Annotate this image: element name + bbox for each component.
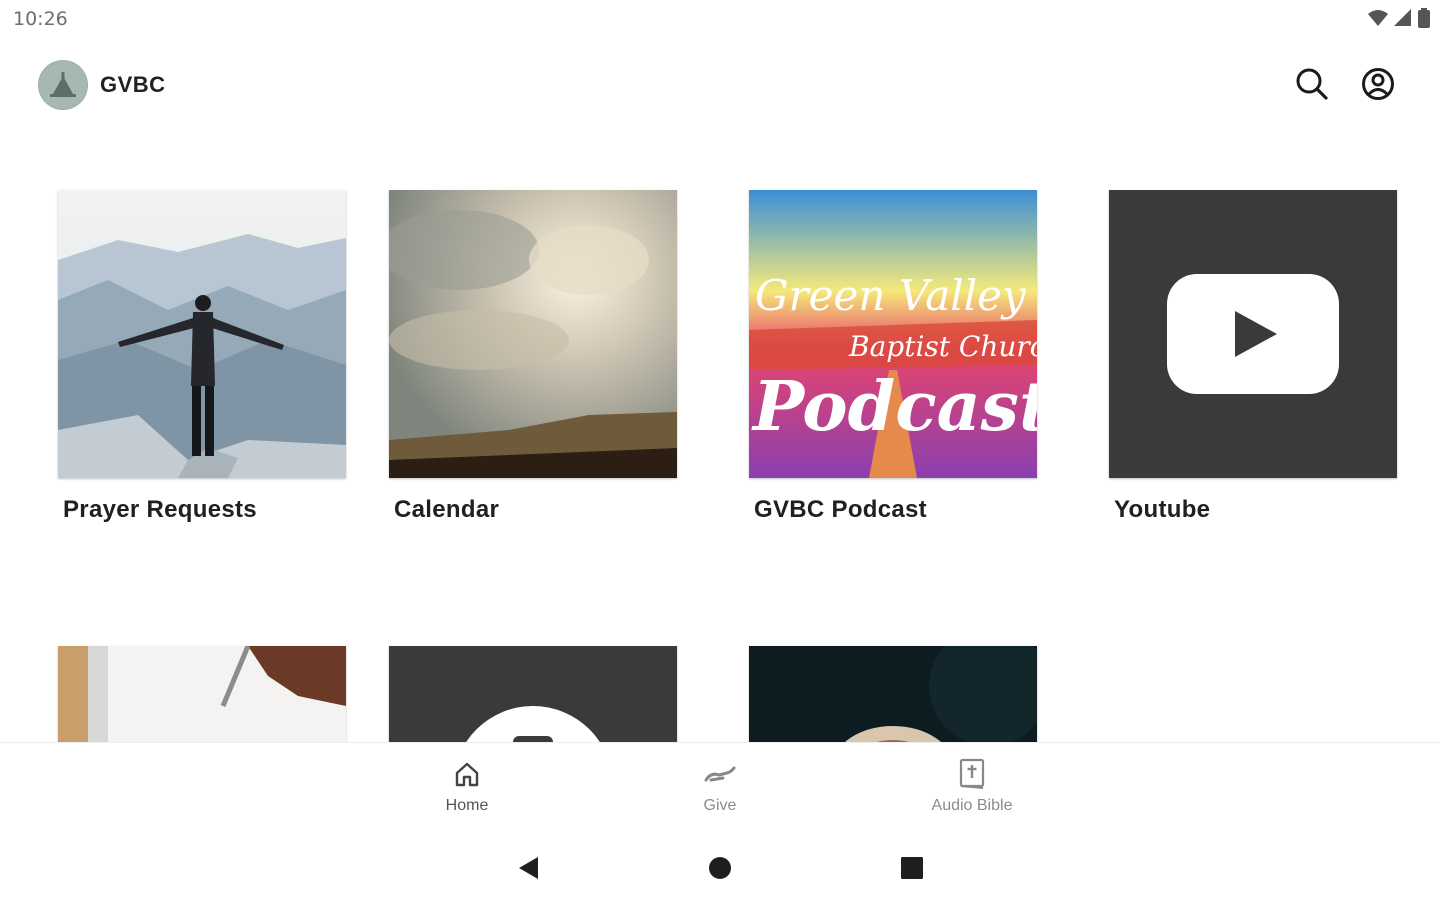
tile-label: GVBC Podcast (754, 496, 927, 523)
status-time: 10:26 (13, 8, 68, 30)
bottom-navigation: Home Give Audio Bible (0, 742, 1440, 833)
app-header: GVBC (0, 56, 1440, 116)
home-system-button[interactable] (702, 850, 738, 886)
tile-calendar[interactable]: Calendar (389, 190, 677, 524)
nav-label: Home (445, 797, 489, 814)
status-icons (1368, 8, 1430, 28)
nav-home[interactable]: Home (397, 757, 537, 815)
tile-row2-dark[interactable] (389, 646, 677, 742)
signal-icon (1394, 9, 1411, 26)
tile-label: Youtube (1114, 496, 1211, 523)
tile-prayer-requests[interactable]: Prayer Requests (58, 190, 346, 524)
notes-image (58, 646, 346, 742)
youtube-image (1109, 190, 1397, 478)
content-grid: Prayer Requests Calendar Green Valley Ba… (0, 130, 1440, 742)
coffee-image (749, 646, 1037, 742)
back-button[interactable] (510, 850, 546, 886)
give-icon (704, 766, 736, 782)
account-circle-icon (1362, 68, 1394, 100)
recents-square-icon (901, 857, 923, 879)
nav-give[interactable]: Give (650, 757, 790, 815)
battery-icon (1418, 8, 1430, 28)
system-navigation-bar (0, 832, 1440, 900)
back-triangle-icon (519, 857, 538, 879)
status-bar: 10:26 (0, 0, 1440, 40)
tile-row2-coffee[interactable] (749, 646, 1037, 742)
dark-tile-image (389, 646, 677, 742)
search-button[interactable] (1292, 64, 1332, 104)
podcast-art-subtitle: Baptist Church (848, 330, 1037, 363)
tile-gvbc-podcast[interactable]: Green Valley Baptist Church Podcast GVBC… (749, 190, 1037, 524)
bible-icon (959, 758, 985, 789)
podcast-image: Green Valley Baptist Church Podcast (749, 190, 1037, 478)
church-logo[interactable] (38, 60, 88, 110)
calendar-image (389, 190, 677, 478)
nav-label: Give (703, 797, 737, 814)
nav-label: Audio Bible (931, 797, 1013, 814)
tile-row2-notes[interactable] (58, 646, 346, 742)
account-button[interactable] (1358, 64, 1398, 104)
search-icon (1296, 68, 1328, 100)
nav-audio-bible[interactable]: Audio Bible (902, 757, 1042, 815)
wifi-icon (1368, 10, 1388, 26)
podcast-art-word: Podcast (751, 367, 1037, 447)
app-name: GVBC (100, 72, 166, 97)
tile-label: Prayer Requests (63, 496, 257, 523)
prayer-requests-image (58, 190, 346, 478)
recents-button[interactable] (894, 850, 930, 886)
home-icon (455, 762, 479, 787)
tile-youtube[interactable]: Youtube (1109, 190, 1397, 524)
podcast-art-title: Green Valley (755, 271, 1027, 320)
home-circle-icon (709, 857, 731, 879)
tile-label: Calendar (394, 496, 500, 523)
